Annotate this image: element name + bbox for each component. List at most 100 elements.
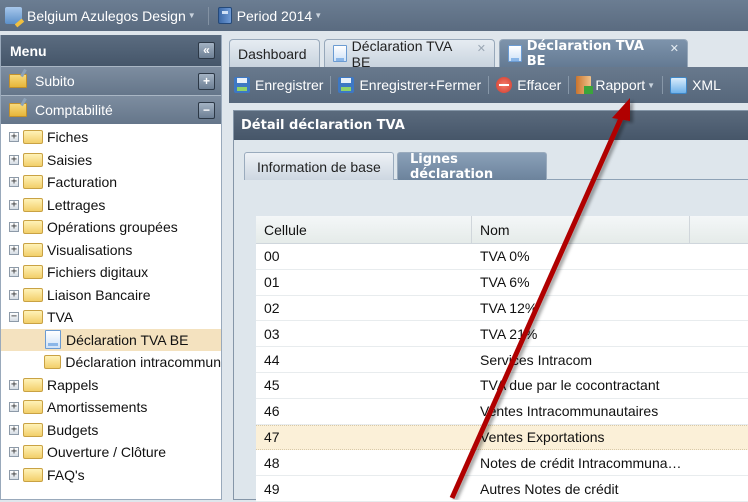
cell-nom: Notes de crédit Intracommuna… <box>480 454 682 471</box>
tree-item-fichiers-digitaux[interactable]: + Fichiers digitaux <box>1 261 221 284</box>
document-icon <box>45 330 61 350</box>
tab-declaration-tva-be[interactable]: Déclaration TVA BE ✕ <box>324 38 495 70</box>
tree-item-budgets[interactable]: + Budgets <box>1 419 221 442</box>
collapse-icon[interactable]: − <box>9 312 19 323</box>
tree-item-liaison-bancaire[interactable]: + Liaison Bancaire <box>1 284 221 307</box>
expand-icon[interactable]: + <box>9 244 19 255</box>
tree-item-label: Budgets <box>47 421 99 438</box>
tree-item-label: Rappels <box>47 376 99 393</box>
table-row[interactable]: 46 Ventes Intracommunautaires <box>256 398 748 425</box>
tree-item-declaration-tva-be[interactable]: Déclaration TVA BE <box>1 328 221 351</box>
table-row[interactable]: 00 TVA 0% <box>256 244 748 270</box>
expand-icon[interactable]: + <box>9 424 19 435</box>
tree-item-operations-groupees[interactable]: + Opérations groupées <box>1 216 221 239</box>
tree-item-rappels[interactable]: + Rappels <box>1 374 221 397</box>
cell-extra <box>690 476 748 501</box>
tree-item-visualisations[interactable]: + Visualisations <box>1 239 221 262</box>
expand-icon[interactable]: + <box>9 199 19 210</box>
folder-icon <box>23 242 43 257</box>
accordion-subito[interactable]: Subito + <box>1 66 221 95</box>
tree-item-declaration-intracommun[interactable]: Déclaration intracommun <box>1 351 221 374</box>
table-row[interactable]: 48 Notes de crédit Intracommuna… <box>256 450 748 477</box>
expand-button[interactable]: + <box>198 72 215 90</box>
navigation-tree: + Fiches + Saisies + Facturation + Lettrages… <box>1 124 221 486</box>
tree-item-label: Fichiers digitaux <box>47 264 149 281</box>
accordion-label: Subito <box>35 73 75 89</box>
expand-icon[interactable]: + <box>9 447 19 458</box>
folder-icon <box>23 197 43 212</box>
cell-cellule: 03 <box>264 325 280 342</box>
column-header-extra[interactable] <box>690 216 748 243</box>
period-selector[interactable]: Period 2014 ▼ <box>217 7 322 24</box>
expand-icon[interactable]: + <box>9 289 19 300</box>
expand-icon[interactable]: + <box>9 267 19 278</box>
tree-item-ouverture-cloture[interactable]: + Ouverture / Clôture <box>1 441 221 464</box>
tab-information-de-base[interactable]: Information de base <box>244 152 394 180</box>
tree-item-facturation[interactable]: + Facturation <box>1 171 221 194</box>
company-label: Belgium Azulegos Design <box>27 7 186 24</box>
document-tabs: Dashboard Déclaration TVA BE ✕ Déclarati… <box>229 35 748 70</box>
save-icon <box>338 77 355 93</box>
folder-icon <box>23 130 43 145</box>
table-row[interactable]: 02 TVA 12% <box>256 295 748 322</box>
tree-item-lettrages[interactable]: + Lettrages <box>1 194 221 217</box>
expand-icon[interactable]: + <box>9 402 19 413</box>
expand-icon[interactable]: + <box>9 379 19 390</box>
tree-item-label: Facturation <box>47 174 118 191</box>
cell-nom: Autres Notes de crédit <box>480 480 619 497</box>
cell-nom: Services Intracom <box>480 351 593 368</box>
expand-icon[interactable]: + <box>9 132 19 143</box>
save-button[interactable]: Enregistrer <box>234 77 323 93</box>
table-row[interactable]: 45 TVA due par le cocontractant <box>256 372 748 399</box>
collapse-sidebar-button[interactable]: « <box>198 42 215 59</box>
column-header-cellule[interactable]: Cellule <box>256 216 472 243</box>
folder-icon <box>23 287 43 302</box>
cell-nom: TVA 0% <box>480 248 530 265</box>
close-icon[interactable]: ✕ <box>670 42 679 55</box>
cell-cellule: 00 <box>264 248 280 265</box>
table-row[interactable]: 47 Ventes Exportations <box>256 424 748 451</box>
tree-item-label: TVA <box>47 309 74 326</box>
table-row[interactable]: 03 TVA 21% <box>256 321 748 348</box>
tree-item-faqs[interactable]: + FAQ's <box>1 464 221 487</box>
table-row[interactable]: 01 TVA 6% <box>256 269 748 296</box>
report-button[interactable]: Rapport ▼ <box>576 76 655 94</box>
expand-icon[interactable]: + <box>9 177 19 188</box>
column-header-nom[interactable]: Nom <box>472 216 690 243</box>
tree-item-fiches[interactable]: + Fiches <box>1 126 221 149</box>
cell-cellule: 45 <box>264 377 280 394</box>
accordion-comptabilite[interactable]: Comptabilité − <box>1 95 221 124</box>
period-label: Period 2014 <box>236 7 313 24</box>
tab-declaration-tva-be-active[interactable]: Déclaration TVA BE ✕ <box>499 38 688 69</box>
tab-label: Dashboard <box>238 45 307 62</box>
cell-extra <box>690 347 748 372</box>
cell-cellule: 02 <box>264 299 280 316</box>
divider <box>662 76 664 94</box>
tab-lignes-declaration[interactable]: Lignes déclaration <box>397 152 547 182</box>
document-icon <box>508 45 522 62</box>
expand-icon[interactable]: + <box>9 222 19 233</box>
table-row[interactable]: 44 Services Intracom <box>256 347 748 373</box>
tree-item-amortissements[interactable]: + Amortissements <box>1 396 221 419</box>
company-selector[interactable]: Belgium Azulegos Design ▼ <box>5 7 196 24</box>
folder-tools-icon <box>9 74 27 88</box>
expand-icon[interactable]: + <box>9 154 19 165</box>
divider <box>488 76 490 94</box>
tree-item-tva[interactable]: − TVA <box>1 306 221 329</box>
folder-icon <box>23 377 43 392</box>
chevron-down-icon: ▼ <box>187 11 196 20</box>
xml-button[interactable]: XML <box>670 76 721 94</box>
close-icon[interactable]: ✕ <box>477 42 486 55</box>
tree-item-saisies[interactable]: + Saisies <box>1 149 221 172</box>
save-close-button[interactable]: Enregistrer+Fermer <box>338 77 481 93</box>
folder-icon <box>23 152 43 167</box>
delete-button[interactable]: Effacer <box>496 77 561 93</box>
tab-label: Déclaration TVA BE <box>526 38 644 69</box>
folder-tools-icon <box>9 103 27 117</box>
table-row[interactable]: 49 Autres Notes de crédit <box>256 476 748 502</box>
tree-item-label: Déclaration intracommun <box>65 354 221 371</box>
folder-document-icon <box>43 355 62 370</box>
tab-dashboard[interactable]: Dashboard <box>229 39 320 67</box>
expand-icon[interactable]: + <box>9 469 19 480</box>
collapse-button[interactable]: − <box>198 101 215 119</box>
